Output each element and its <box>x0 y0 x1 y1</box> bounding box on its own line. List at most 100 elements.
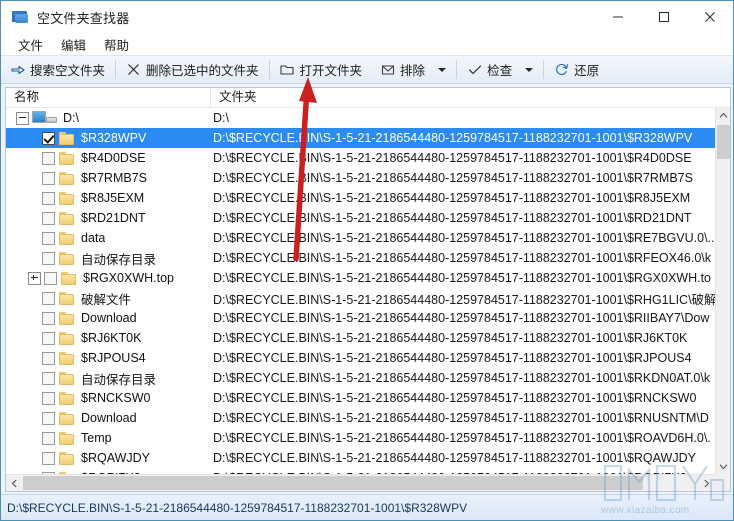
row-checkbox[interactable] <box>42 291 55 305</box>
row-checkbox[interactable] <box>42 351 55 365</box>
row-path-cell: D:\$RECYCLE.BIN\S-1-5-21-2186544480-1259… <box>211 171 715 185</box>
row-path-label: D:\$RECYCLE.BIN\S-1-5-21-2186544480-1259… <box>213 371 711 385</box>
table-row[interactable]: $RGX0XWH.top D:\$RECYCLE.BIN\S-1-5-21-218… <box>6 268 715 288</box>
row-path-cell: D:\$RECYCLE.BIN\S-1-5-21-2186544480-1259… <box>211 231 715 245</box>
delete-selected-folders-button[interactable]: 删除已选中的文件夹 <box>117 56 268 83</box>
row-checkbox[interactable] <box>42 151 55 165</box>
menu-file[interactable]: 文件 <box>9 33 52 56</box>
row-checkbox[interactable] <box>42 131 55 145</box>
table-row[interactable]: $R4D0DSE D:\$RECYCLE.BIN\S-1-5-21-2186544… <box>6 148 715 168</box>
row-path-label: D:\$RECYCLE.BIN\S-1-5-21-2186544480-1259… <box>213 151 692 165</box>
row-name-label: $R4D0DSE <box>81 151 146 165</box>
exclude-envelope-icon <box>380 62 395 77</box>
scroll-right-button[interactable] <box>698 475 715 491</box>
table-row[interactable]: 破解文件 D:\$RECYCLE.BIN\S-1-5-21-2186544480-… <box>6 288 715 308</box>
row-checkbox[interactable] <box>42 331 55 345</box>
menu-edit[interactable]: 编辑 <box>52 33 95 56</box>
scroll-up-button[interactable] <box>716 108 730 123</box>
open-folder-button[interactable]: 打开文件夹 <box>271 56 372 83</box>
search-empty-folders-button[interactable]: 搜索空文件夹 <box>1 56 114 83</box>
row-name-label: $R8J5EXM <box>81 191 145 205</box>
row-path-label: D:\$RECYCLE.BIN\S-1-5-21-2186544480-1259… <box>213 251 712 265</box>
row-checkbox[interactable] <box>42 191 55 205</box>
row-checkbox[interactable] <box>42 171 55 185</box>
table-row[interactable]: $RJ6KT0K D:\$RECYCLE.BIN\S-1-5-21-2186544… <box>6 328 715 348</box>
row-name-cell: Download <box>6 311 211 325</box>
row-checkbox[interactable] <box>42 311 55 325</box>
maximize-button[interactable] <box>641 1 687 33</box>
table-row[interactable]: Temp D:\$RECYCLE.BIN\S-1-5-21-2186544480-… <box>6 428 715 448</box>
row-name-cell: $RNCKSW0 <box>6 391 211 405</box>
row-path-cell: D:\$RECYCLE.BIN\S-1-5-21-2186544480-1259… <box>211 191 715 205</box>
row-path-label: D:\$RECYCLE.BIN\S-1-5-21-2186544480-1259… <box>213 431 711 445</box>
row-checkbox[interactable] <box>42 231 55 245</box>
column-header-folder[interactable]: 文件夹 <box>211 88 730 107</box>
row-name-cell: Temp <box>6 431 211 445</box>
folder-icon <box>59 251 75 265</box>
row-checkbox[interactable] <box>42 251 55 265</box>
horizontal-scrollbar[interactable] <box>6 474 730 491</box>
menu-help[interactable]: 帮助 <box>95 33 138 56</box>
scroll-down-button[interactable] <box>716 459 730 474</box>
vertical-scroll-thumb[interactable] <box>717 125 730 159</box>
row-name-label: $RQAWJDY <box>81 451 150 465</box>
row-checkbox[interactable] <box>44 271 57 285</box>
row-path-cell: D:\$RECYCLE.BIN\S-1-5-21-2186544480-1259… <box>211 371 715 385</box>
horizontal-scroll-track[interactable] <box>23 475 730 491</box>
row-checkbox[interactable] <box>42 431 55 445</box>
row-path-label: D:\$RECYCLE.BIN\S-1-5-21-2186544480-1259… <box>213 331 688 345</box>
chevron-down-icon <box>525 67 534 72</box>
toolbar-separator <box>115 60 117 79</box>
vertical-scrollbar[interactable] <box>715 108 730 474</box>
row-path-cell: D:\$RECYCLE.BIN\S-1-5-21-2186544480-1259… <box>211 411 715 425</box>
check-button[interactable]: 检查 <box>458 56 521 83</box>
scroll-left-button[interactable] <box>6 475 23 491</box>
folder-icon <box>59 151 75 165</box>
expand-expander-icon[interactable] <box>28 271 41 285</box>
row-checkbox[interactable] <box>42 371 55 385</box>
row-name-label: $R328WPV <box>81 131 147 145</box>
row-name-label: $RNCKSW0 <box>81 391 151 405</box>
close-button[interactable] <box>687 1 733 33</box>
tree-root-row[interactable]: D:\ D:\ <box>6 108 715 128</box>
column-header-name[interactable]: 名称 <box>6 88 211 107</box>
toolbar: 搜索空文件夹 删除已选中的文件夹 打开文件夹 排除 检查 还原 <box>1 55 733 84</box>
row-checkbox[interactable] <box>42 211 55 225</box>
exclude-button[interactable]: 排除 <box>371 56 434 83</box>
root-name-label: D:\ <box>63 111 79 125</box>
check-dropdown-button[interactable] <box>521 56 542 83</box>
table-row[interactable]: $R8J5EXM D:\$RECYCLE.BIN\S-1-5-21-2186544… <box>6 188 715 208</box>
table-row[interactable]: $R7RMB7S D:\$RECYCLE.BIN\S-1-5-21-2186544… <box>6 168 715 188</box>
window-controls <box>595 1 733 33</box>
minimize-button[interactable] <box>595 1 641 33</box>
table-row[interactable]: data D:\$RECYCLE.BIN\S-1-5-21-2186544480-… <box>6 228 715 248</box>
row-name-label: $RJPOUS4 <box>81 351 146 365</box>
exclude-dropdown-button[interactable] <box>434 56 455 83</box>
table-row[interactable]: $RD21DNT D:\$RECYCLE.BIN\S-1-5-21-2186544… <box>6 208 715 228</box>
table-row[interactable]: $R328WPV D:\$RECYCLE.BIN\S-1-5-21-2186544… <box>6 128 715 148</box>
table-row[interactable]: $RNCKSW0 D:\$RECYCLE.BIN\S-1-5-21-2186544… <box>6 388 715 408</box>
table-row[interactable]: 自动保存目录 D:\$RECYCLE.BIN\S-1-5-21-218654448… <box>6 248 715 268</box>
table-row[interactable]: $RJPOUS4 D:\$RECYCLE.BIN\S-1-5-21-2186544… <box>6 348 715 368</box>
folder-icon <box>59 211 75 225</box>
table-row[interactable]: 自动保存目录 D:\$RECYCLE.BIN\S-1-5-21-218654448… <box>6 368 715 388</box>
row-path-cell: D:\$RECYCLE.BIN\S-1-5-21-2186544480-1259… <box>211 131 715 145</box>
collapse-expander-icon[interactable] <box>16 111 29 125</box>
row-name-label: Temp <box>81 431 112 445</box>
app-folder-icon <box>11 9 29 25</box>
folder-list-view: 名称 文件夹 D:\ D:\ $R328WPV D:\$RECYCLE.BIN\… <box>5 87 731 492</box>
restore-button[interactable]: 还原 <box>545 56 608 83</box>
drive-icon <box>32 111 58 125</box>
table-row[interactable]: Download D:\$RECYCLE.BIN\S-1-5-21-2186544… <box>6 408 715 428</box>
row-path-cell: D:\$RECYCLE.BIN\S-1-5-21-2186544480-1259… <box>211 151 715 165</box>
horizontal-scroll-thumb[interactable] <box>23 476 643 490</box>
row-checkbox[interactable] <box>42 391 55 405</box>
row-path-cell: D:\$RECYCLE.BIN\S-1-5-21-2186544480-1259… <box>211 431 715 445</box>
row-checkbox[interactable] <box>42 451 55 465</box>
arrow-right-icon <box>10 62 25 77</box>
table-row[interactable]: $RQAWJDY D:\$RECYCLE.BIN\S-1-5-21-2186544… <box>6 448 715 468</box>
row-name-cell: $RGX0XWH.top <box>6 271 211 285</box>
table-row[interactable]: Download D:\$RECYCLE.BIN\S-1-5-21-2186544… <box>6 308 715 328</box>
row-checkbox[interactable] <box>42 411 55 425</box>
row-path-label: D:\$RECYCLE.BIN\S-1-5-21-2186544480-1259… <box>213 411 709 425</box>
